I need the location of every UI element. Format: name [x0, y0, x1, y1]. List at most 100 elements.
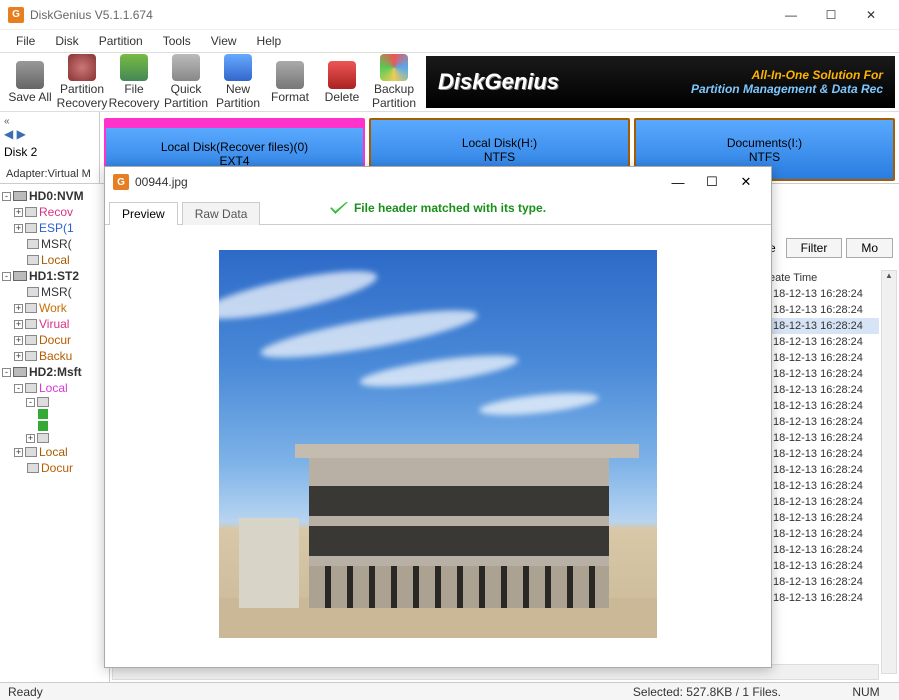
tree-loc2[interactable]: Local [39, 381, 68, 395]
backup-partition-button[interactable]: Backup Partition [368, 54, 420, 110]
date-row[interactable]: 18-12-13 16:28:24 [769, 494, 879, 510]
maximize-button[interactable]: ☐ [811, 1, 851, 29]
date-row[interactable]: 18-12-13 16:28:24 [769, 302, 879, 318]
delete-button[interactable]: Delete [316, 54, 368, 110]
banner-line1: All-In-One Solution For [691, 68, 883, 82]
menu-disk[interactable]: Disk [47, 32, 86, 50]
date-row[interactable]: 18-12-13 16:28:24 [769, 318, 879, 334]
preview-close-button[interactable]: ✕ [729, 169, 763, 195]
partition2-name: Local Disk(H:) [462, 136, 537, 150]
date-row[interactable]: 18-12-13 16:28:24 [769, 350, 879, 366]
date-row[interactable]: 18-12-13 16:28:24 [769, 462, 879, 478]
tree-work[interactable]: Work [39, 301, 67, 315]
expand-icon[interactable]: + [14, 352, 23, 361]
save-all-label: Save All [8, 90, 51, 104]
date-row[interactable]: 18-12-13 16:28:24 [769, 398, 879, 414]
menu-file[interactable]: File [8, 32, 43, 50]
tree-esp[interactable]: ESP(1 [39, 221, 74, 235]
banner: DiskGenius All-In-One Solution For Parti… [426, 56, 895, 108]
preview-titlebar[interactable]: G 00944.jpg — ☐ ✕ [105, 167, 771, 197]
header-match-text: File header matched with its type. [354, 201, 546, 215]
menu-help[interactable]: Help [249, 32, 290, 50]
checkbox-icon[interactable] [38, 409, 48, 419]
quick-partition-button[interactable]: Quick Partition [160, 54, 212, 110]
date-row[interactable]: 18-12-13 16:28:24 [769, 382, 879, 398]
tree-msr2[interactable]: MSR( [41, 285, 72, 299]
date-row[interactable]: 18-12-13 16:28:24 [769, 414, 879, 430]
preview-logo-icon: G [113, 174, 129, 190]
box-icon [120, 54, 148, 81]
format-button[interactable]: Format [264, 54, 316, 110]
banner-tagline: All-In-One Solution For Partition Manage… [691, 68, 883, 96]
date-row[interactable]: 18-12-13 16:28:24 [769, 542, 879, 558]
date-row[interactable]: 18-12-13 16:28:24 [769, 430, 879, 446]
status-ready: Ready [8, 685, 43, 699]
disk-icon [13, 367, 27, 377]
partition-icon [37, 433, 49, 443]
menu-view[interactable]: View [203, 32, 245, 50]
expand-icon[interactable]: - [14, 384, 23, 393]
expand-icon[interactable]: - [2, 368, 11, 377]
tree-recov[interactable]: Recov [39, 205, 73, 219]
format-label: Format [271, 90, 309, 104]
expand-icon[interactable]: + [14, 320, 23, 329]
expand-icon[interactable]: + [14, 208, 23, 217]
tab-raw-data[interactable]: Raw Data [182, 202, 261, 225]
minimize-button[interactable]: — [771, 1, 811, 29]
quick-partition-label: Quick Partition [160, 82, 212, 110]
date-row[interactable]: 18-12-13 16:28:24 [769, 510, 879, 526]
column-header-create-time[interactable]: eate Time [769, 270, 879, 286]
date-row[interactable]: 18-12-13 16:28:24 [769, 558, 879, 574]
nav-arrows[interactable]: ◀ ▶ [4, 127, 95, 141]
new-icon [224, 54, 252, 81]
date-row[interactable]: 18-12-13 16:28:24 [769, 366, 879, 382]
expand-icon[interactable]: + [14, 224, 23, 233]
expand-icon[interactable]: + [26, 434, 35, 443]
preview-tabs: Preview Raw Data File header matched wit… [105, 197, 771, 225]
tree-back[interactable]: Backu [39, 349, 72, 363]
tree-hd2[interactable]: HD2:Msft [29, 365, 82, 379]
disk-icon [13, 191, 27, 201]
tree-hd0[interactable]: HD0:NVM [29, 189, 84, 203]
date-row[interactable]: 18-12-13 16:28:24 [769, 478, 879, 494]
date-row[interactable]: 18-12-13 16:28:24 [769, 286, 879, 302]
file-recovery-button[interactable]: File Recovery [108, 54, 160, 110]
preview-minimize-button[interactable]: — [661, 169, 695, 195]
tree-locb[interactable]: Local [39, 445, 68, 459]
vertical-scrollbar[interactable]: ▲ [881, 270, 897, 674]
save-all-button[interactable]: Save All [4, 54, 56, 110]
partition-icon [25, 351, 37, 361]
partition-icon [27, 255, 39, 265]
date-row[interactable]: 18-12-13 16:28:24 [769, 574, 879, 590]
partition-icon [37, 397, 49, 407]
new-partition-button[interactable]: New Partition [212, 54, 264, 110]
expand-icon[interactable]: + [14, 448, 23, 457]
expand-icon[interactable]: + [14, 304, 23, 313]
date-row[interactable]: 18-12-13 16:28:24 [769, 334, 879, 350]
expand-icon[interactable]: - [2, 192, 11, 201]
partition-recovery-button[interactable]: Partition Recovery [56, 54, 108, 110]
close-button[interactable]: ✕ [851, 1, 891, 29]
date-row[interactable]: 18-12-13 16:28:24 [769, 590, 879, 606]
tree-msr[interactable]: MSR( [41, 237, 72, 251]
tree-local[interactable]: Local [41, 253, 70, 267]
tree-docu2[interactable]: Docur [41, 461, 73, 475]
expand-icon[interactable]: + [14, 336, 23, 345]
scroll-up-icon[interactable]: ▲ [882, 271, 896, 285]
disk-tree[interactable]: - HD0:NVM + Recov + ESP(1 MSR( Local - HD1:S… [0, 184, 110, 682]
preview-maximize-button[interactable]: ☐ [695, 169, 729, 195]
date-row[interactable]: 18-12-13 16:28:24 [769, 446, 879, 462]
tree-virt[interactable]: Virual [39, 317, 69, 331]
date-row[interactable]: 18-12-13 16:28:24 [769, 526, 879, 542]
menu-tools[interactable]: Tools [155, 32, 199, 50]
more-button[interactable]: Mo [846, 238, 893, 258]
tree-hd1[interactable]: HD1:ST2 [29, 269, 79, 283]
expand-icon[interactable]: - [26, 398, 35, 407]
expand-icon[interactable]: - [2, 272, 11, 281]
tree-docu[interactable]: Docur [39, 333, 71, 347]
menu-partition[interactable]: Partition [91, 32, 151, 50]
tab-preview[interactable]: Preview [109, 202, 178, 225]
checkbox-icon[interactable] [38, 421, 48, 431]
filter-button[interactable]: Filter [786, 238, 843, 258]
preview-image [219, 250, 657, 638]
